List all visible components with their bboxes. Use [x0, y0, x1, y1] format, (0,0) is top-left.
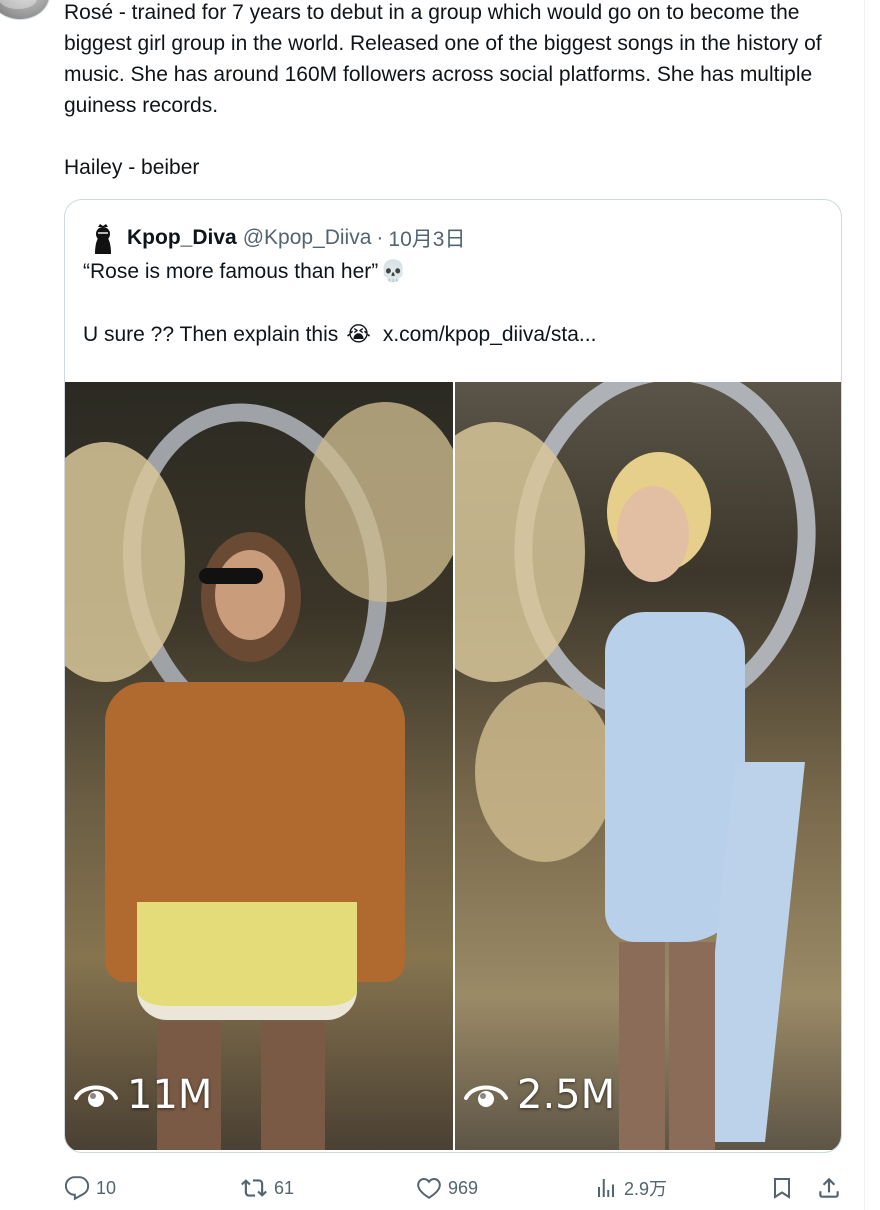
person-face	[215, 550, 285, 640]
eye-icon	[464, 1085, 508, 1107]
bookmark-icon	[774, 1178, 790, 1199]
quoted-tweet-card[interactable]: Kpop_Diva @Kpop_Diiva · 10月3日 “Rose is m…	[64, 199, 842, 1153]
view-count-text: 2.5M	[517, 1072, 616, 1118]
background-statue	[475, 682, 615, 862]
share-icon	[819, 1177, 839, 1198]
person-leg	[669, 942, 715, 1150]
quoted-text: U sure ?? Then explain this	[83, 322, 339, 346]
person-face	[617, 486, 689, 582]
quoted-date[interactable]: 10月3日	[388, 223, 465, 253]
quoted-author-avatar[interactable]	[85, 220, 121, 256]
header-separator: ·	[376, 226, 384, 249]
reply-icon	[64, 1176, 90, 1201]
crying-emoji: 😭	[346, 323, 371, 346]
tweet-body: Rosé - trained for 7 years to debut in a…	[64, 0, 844, 183]
share-button[interactable]	[816, 1170, 848, 1206]
reply-count: 10	[96, 1177, 117, 1198]
background-statue	[305, 402, 453, 602]
quoted-link[interactable]: x.com/kpop_diiva/sta...	[383, 323, 597, 347]
quoted-media-grid: 11M 2.5M	[65, 382, 841, 1150]
quoted-handle[interactable]: @Kpop_Diiva	[243, 226, 372, 250]
media-video-left[interactable]: 11M	[65, 382, 453, 1150]
quoted-text: “Rose is more famous than her”	[83, 260, 379, 283]
views-button[interactable]: 2.9万	[594, 1170, 667, 1206]
quoted-tweet-header: Kpop_Diva @Kpop_Diiva · 10月3日	[85, 220, 465, 256]
heart-icon	[417, 1178, 441, 1199]
view-count-overlay: 2.5M	[463, 1072, 615, 1118]
tweet-text-paragraph: Hailey - beiber	[64, 156, 200, 179]
view-count-text: 11M	[127, 1072, 213, 1118]
sunglasses	[199, 568, 263, 584]
reply-button[interactable]: 10	[64, 1170, 116, 1206]
person-leg	[619, 942, 665, 1150]
quoted-display-name[interactable]: Kpop_Diva	[127, 226, 237, 250]
media-video-right[interactable]: 2.5M	[455, 382, 841, 1150]
skull-emoji: 💀	[380, 260, 407, 283]
repost-count: 61	[274, 1177, 295, 1198]
view-count: 2.9万	[624, 1179, 668, 1199]
author-avatar[interactable]	[0, 0, 50, 20]
column-divider	[864, 0, 865, 1210]
repost-icon	[241, 1179, 267, 1197]
tweet-text-paragraph: Rosé - trained for 7 years to debut in a…	[64, 1, 822, 117]
bookmark-button[interactable]	[770, 1170, 800, 1206]
person-leg	[261, 1022, 325, 1150]
eye-icon	[74, 1085, 118, 1107]
person-shorts	[137, 902, 357, 1020]
quoted-text-line: “Rose is more famous than her” 💀	[83, 260, 406, 284]
quoted-text-line: U sure ?? Then explain this 😭 x.com/kpop…	[83, 322, 596, 347]
like-count: 969	[448, 1177, 479, 1198]
tweet-action-bar: 10 61 969 2.9万	[64, 1170, 854, 1206]
like-button[interactable]: 969	[416, 1170, 478, 1206]
repost-button[interactable]: 61	[240, 1170, 294, 1206]
view-count-overlay: 11M	[73, 1072, 212, 1118]
analytics-icon	[598, 1179, 614, 1197]
